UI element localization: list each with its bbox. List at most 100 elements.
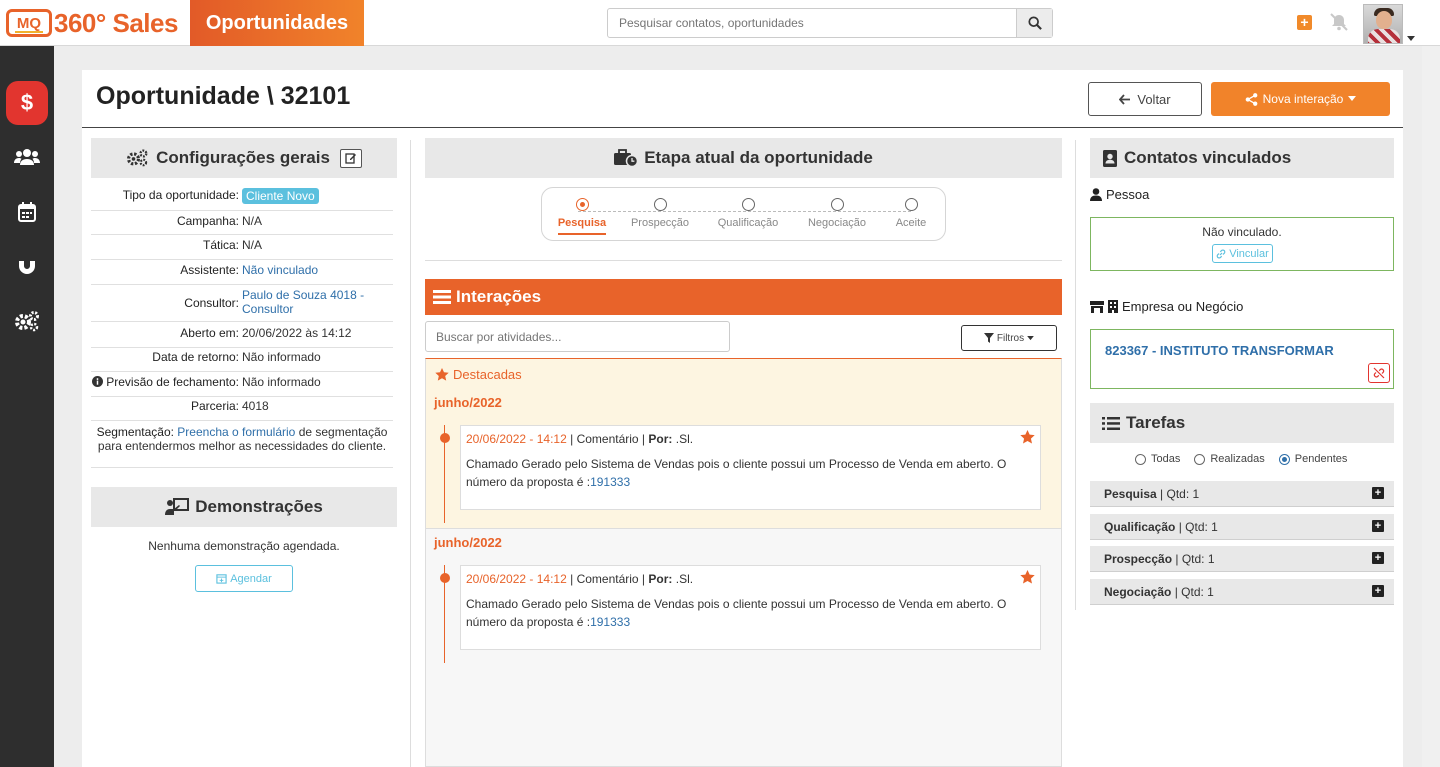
link-person-label: Vincular <box>1229 247 1269 260</box>
config-label: Campanha: <box>176 214 239 228</box>
demos-empty-text: Nenhuma demonstração agendada. <box>148 539 340 553</box>
info-icon[interactable] <box>91 376 103 387</box>
link-icon <box>1216 249 1226 258</box>
step-pesquisa[interactable]: Pesquisa <box>542 196 622 235</box>
step-prospeccao[interactable]: Prospecção <box>620 196 700 229</box>
schedule-demo-label: Agendar <box>230 572 272 585</box>
main-panel: Oportunidade \ 32101 Voltar Nova interaç… <box>82 70 1403 767</box>
segmentation-form-link[interactable]: Preencha o formulário <box>177 425 295 439</box>
activity-search-input[interactable] <box>425 321 730 352</box>
task-row-pesquisa[interactable]: Pesquisa | Qtd: 1 + <box>1090 481 1394 507</box>
star-icon <box>435 368 449 381</box>
logo-text: 360° Sales <box>54 7 178 38</box>
forecast-label: Previsão de fechamento: <box>106 375 239 389</box>
highlighted-heading: Destacadas <box>435 367 522 382</box>
company-label: Empresa ou Negócio <box>1122 299 1244 314</box>
month-label: junho/2022 <box>434 535 502 550</box>
stage-title: Etapa atual da oportunidade <box>644 148 873 167</box>
page-scrollbar[interactable] <box>1422 46 1440 767</box>
back-button[interactable]: Voltar <box>1088 82 1202 116</box>
interaction-card[interactable]: 20/06/2022 - 14:12 | Comentário | Por: .… <box>460 425 1041 510</box>
task-row-prospeccao[interactable]: Prospecção | Qtd: 1 + <box>1090 546 1394 572</box>
task-row-qualificacao[interactable]: Qualificação | Qtd: 1 + <box>1090 514 1394 540</box>
user-avatar[interactable] <box>1363 4 1403 44</box>
bell-muted-icon[interactable] <box>1329 12 1349 32</box>
sidebar-item-leads[interactable] <box>6 244 48 288</box>
config-label: Previsão de fechamento: <box>91 375 242 396</box>
expand-icon[interactable]: + <box>1372 585 1384 597</box>
step-qualificacao[interactable]: Qualificação <box>708 196 788 229</box>
link-person-button[interactable]: Vincular <box>1212 244 1273 263</box>
timeline-dot <box>440 573 450 583</box>
company-link[interactable]: 823367 - INSTITUTO TRANSFORMAR <box>1105 343 1334 358</box>
person-label: Pessoa <box>1106 187 1150 202</box>
company-heading: Empresa ou Negócio <box>1090 299 1243 314</box>
contacts-section-header: Contatos vinculados <box>1090 138 1394 178</box>
card-author: .Sl. <box>675 572 694 586</box>
star-icon[interactable] <box>1020 570 1035 584</box>
app-logo[interactable]: MQ 360° Sales <box>6 7 178 39</box>
radio-realizadas[interactable]: Realizadas <box>1194 453 1265 465</box>
new-interaction-label: Nova interação <box>1262 92 1344 106</box>
global-search-input[interactable] <box>608 9 1016 37</box>
building-icon <box>1108 300 1118 313</box>
interactions-feed[interactable]: Destacadas junho/2022 20/06/2022 - 14:12… <box>425 358 1062 767</box>
edit-config-button[interactable] <box>339 148 362 168</box>
config-row-type: Tipo da oportunidade: Cliente Novo <box>91 188 393 211</box>
card-by-label: Por: <box>648 432 673 446</box>
step-negociacao[interactable]: Negociação <box>797 196 877 229</box>
card-type: Comentário <box>576 572 639 586</box>
radio-pendentes[interactable]: Pendentes <box>1278 453 1347 465</box>
expand-icon[interactable]: + <box>1372 487 1384 499</box>
title-divider <box>82 127 1403 128</box>
config-row-assistant: Assistente: Não vinculado <box>91 263 393 285</box>
list-icon <box>1102 416 1120 430</box>
proposal-link[interactable]: 191333 <box>590 475 630 489</box>
company-box: 823367 - INSTITUTO TRANSFORMAR <box>1090 329 1394 389</box>
month-label: junho/2022 <box>434 395 502 410</box>
top-bar: MQ 360° Sales Oportunidades + <box>0 0 1440 46</box>
add-icon[interactable]: + <box>1297 15 1312 30</box>
step-aceite[interactable]: Aceite <box>871 196 951 229</box>
config-label: Parceria: <box>190 399 239 413</box>
caret-down-icon[interactable] <box>1407 36 1415 41</box>
filters-button[interactable]: Filtros <box>961 325 1057 351</box>
config-row-opened: Aberto em: 20/06/2022 às 14:12 <box>91 326 393 348</box>
sidebar-item-calendar[interactable] <box>6 190 48 234</box>
contacts-title: Contatos vinculados <box>1124 148 1292 167</box>
interactions-title: Interações <box>456 287 542 306</box>
arrow-left-icon <box>1119 93 1131 105</box>
card-date: 20/06/2022 - 14:12 <box>466 572 567 586</box>
interaction-card[interactable]: 20/06/2022 - 14:12 | Comentário | Por: .… <box>460 565 1041 650</box>
sidebar-item-contacts[interactable] <box>6 135 48 179</box>
task-row-negociacao[interactable]: Negociação | Qtd: 1 + <box>1090 579 1394 605</box>
new-interaction-button[interactable]: Nova interação <box>1211 82 1390 116</box>
consultant-link[interactable]: Paulo de Souza 4018 - Consultor <box>242 288 393 321</box>
radio-button <box>1135 453 1146 465</box>
star-icon[interactable] <box>1020 430 1035 444</box>
config-label: Consultor: <box>184 296 239 310</box>
step-label: Negociação <box>807 217 867 229</box>
expand-icon[interactable]: + <box>1372 520 1384 532</box>
card-type: Comentário <box>576 432 639 446</box>
user-icon <box>1090 188 1102 201</box>
expand-icon[interactable]: + <box>1372 552 1384 564</box>
sidebar-item-sales[interactable]: $ <box>6 81 48 125</box>
card-meta: 20/06/2022 - 14:12 | Comentário | Por: .… <box>466 572 694 586</box>
proposal-link[interactable]: 191333 <box>590 615 630 629</box>
edit-icon <box>345 153 356 164</box>
radio-label: Todas <box>1151 453 1181 465</box>
person-heading: Pessoa <box>1090 187 1149 202</box>
config-row-return: Data de retorno: Não informado <box>91 350 393 372</box>
config-label: Aberto em: <box>180 326 239 340</box>
search-button[interactable] <box>1016 9 1052 37</box>
sidebar-item-settings[interactable] <box>6 299 48 343</box>
config-title: Configurações gerais <box>156 148 330 167</box>
assistant-link[interactable]: Não vinculado <box>242 263 393 284</box>
radio-todas[interactable]: Todas <box>1135 453 1180 465</box>
task-qty: | Qtd: 1 <box>1160 486 1200 501</box>
config-row-consultant: Consultor: Paulo de Souza 4018 - Consult… <box>91 288 393 322</box>
unlink-company-button[interactable] <box>1368 363 1390 383</box>
global-search <box>607 8 1053 38</box>
schedule-demo-button[interactable]: Agendar <box>195 565 293 592</box>
